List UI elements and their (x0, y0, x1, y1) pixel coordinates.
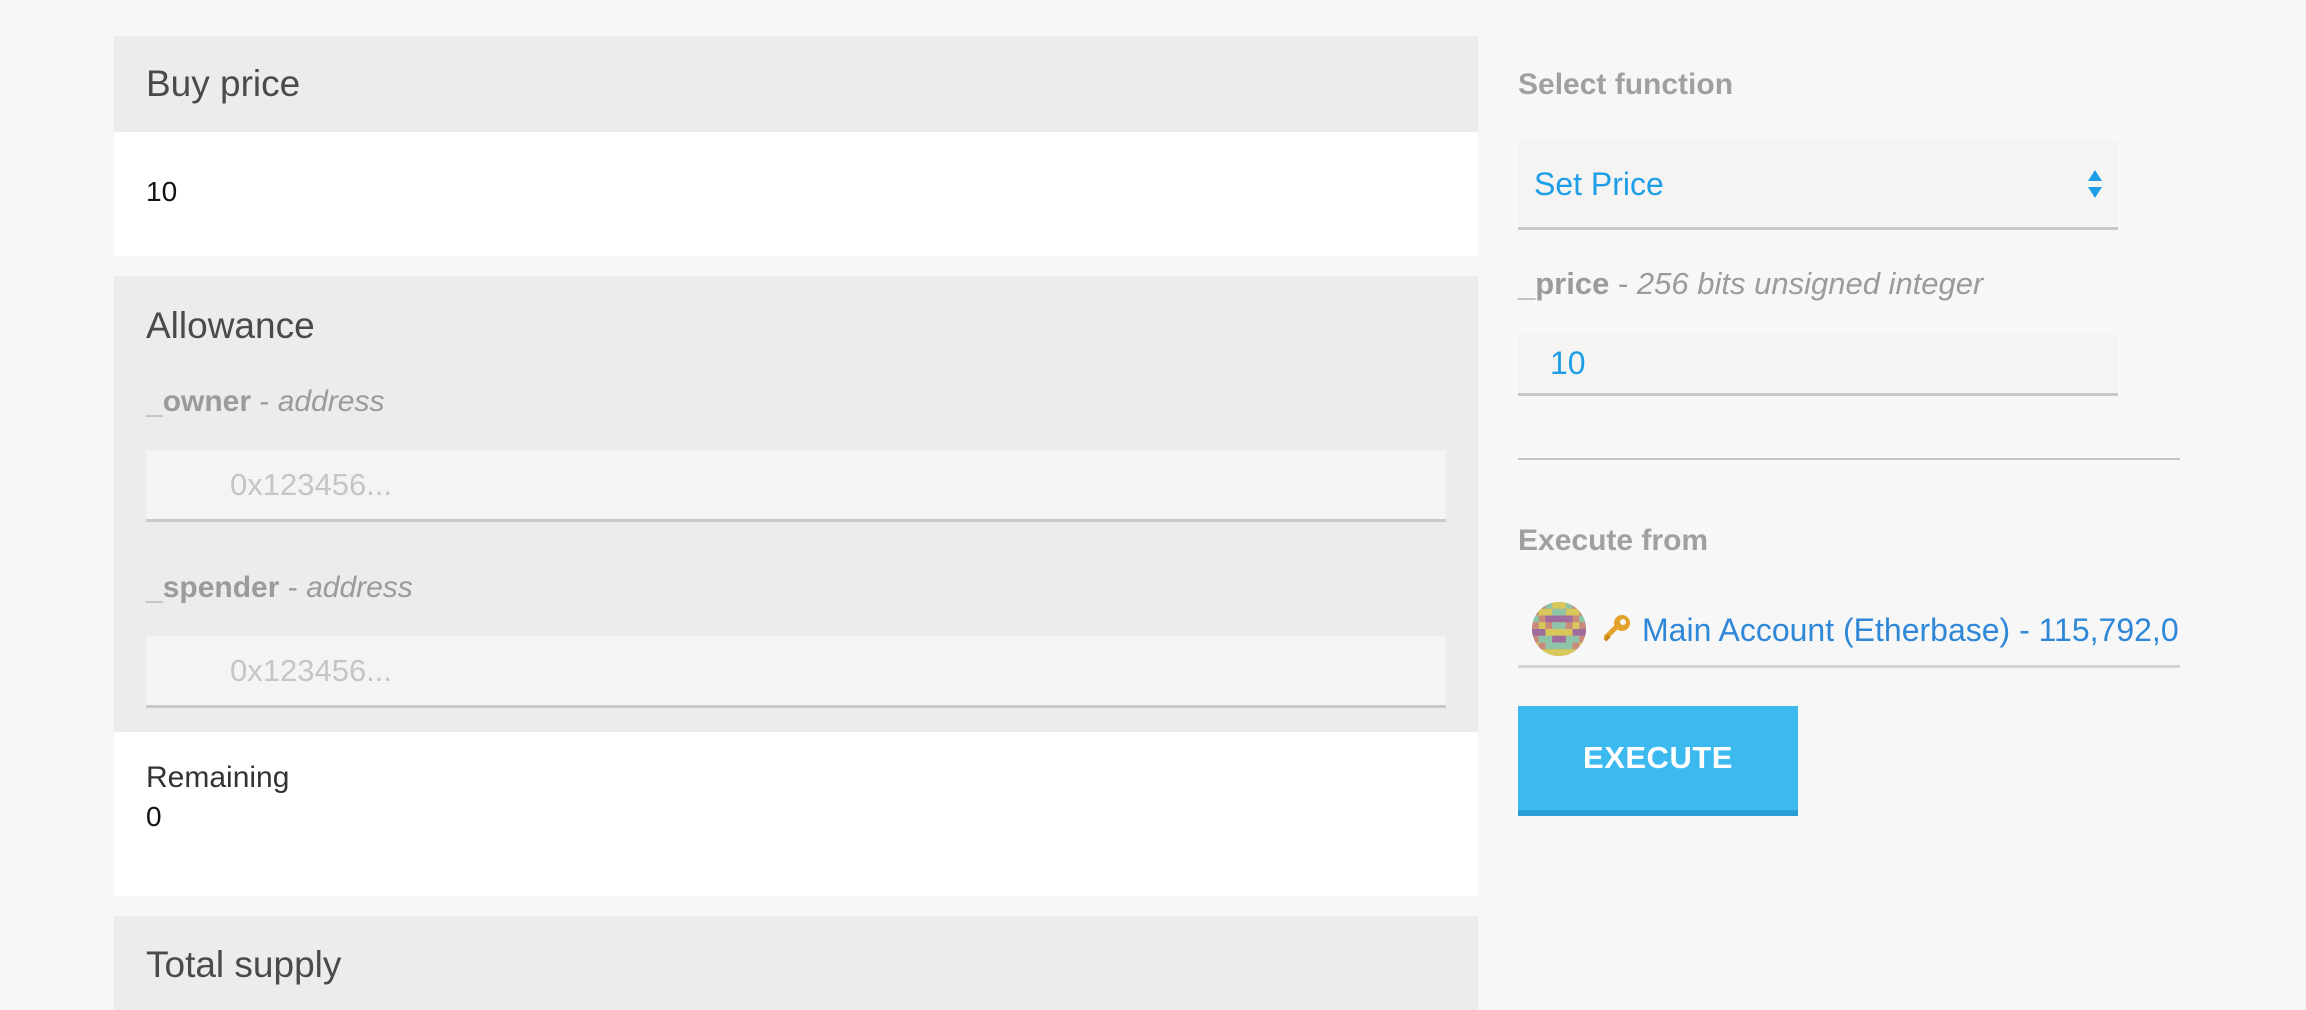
section-divider (1518, 458, 2180, 460)
read-functions-column: Buy price 10 Allowance _owner - address … (114, 36, 1478, 1010)
buy-price-value: 10 (114, 132, 1478, 256)
key-icon (1603, 615, 1630, 642)
owner-param-label: _owner - address (146, 385, 385, 418)
function-select[interactable]: Set Price (1518, 140, 2118, 230)
remaining-label: Remaining (146, 761, 290, 794)
buy-price-card: Buy price 10 (114, 36, 1478, 256)
price-param-label: _price - 256 bits unsigned integer (1518, 266, 1984, 301)
execute-from-label: Execute from (1518, 524, 1709, 557)
spender-param-label: _spender - address (146, 571, 413, 604)
allowance-title: Allowance (146, 305, 315, 346)
select-function-label: Select function (1518, 68, 1734, 101)
selected-function-value: Set Price (1534, 166, 1664, 202)
allowance-inputs: Allowance _owner - address _spender - ad… (114, 276, 1478, 732)
account-name: Main Account (Etherbase) - 115,792,0 (1642, 612, 2179, 648)
allowance-result: Remaining 0 (114, 732, 1478, 896)
spender-address-input[interactable] (146, 636, 1446, 708)
total-supply-title: Total supply (114, 916, 1478, 1010)
price-input[interactable] (1518, 334, 2118, 396)
contract-interaction-page: Buy price 10 Allowance _owner - address … (0, 0, 2306, 1010)
remaining-value: 0 (146, 801, 162, 832)
owner-address-input[interactable] (146, 450, 1446, 522)
total-supply-card: Total supply (114, 916, 1478, 1010)
buy-price-title: Buy price (114, 36, 1478, 132)
select-arrows-icon (2088, 170, 2102, 198)
execute-button[interactable]: EXECUTE (1518, 706, 1798, 816)
identicon-avatar-icon (1532, 602, 1586, 656)
account-select[interactable]: Main Account (Etherbase) - 115,792,0 (1518, 596, 2180, 668)
allowance-card: Allowance _owner - address _spender - ad… (114, 276, 1478, 896)
